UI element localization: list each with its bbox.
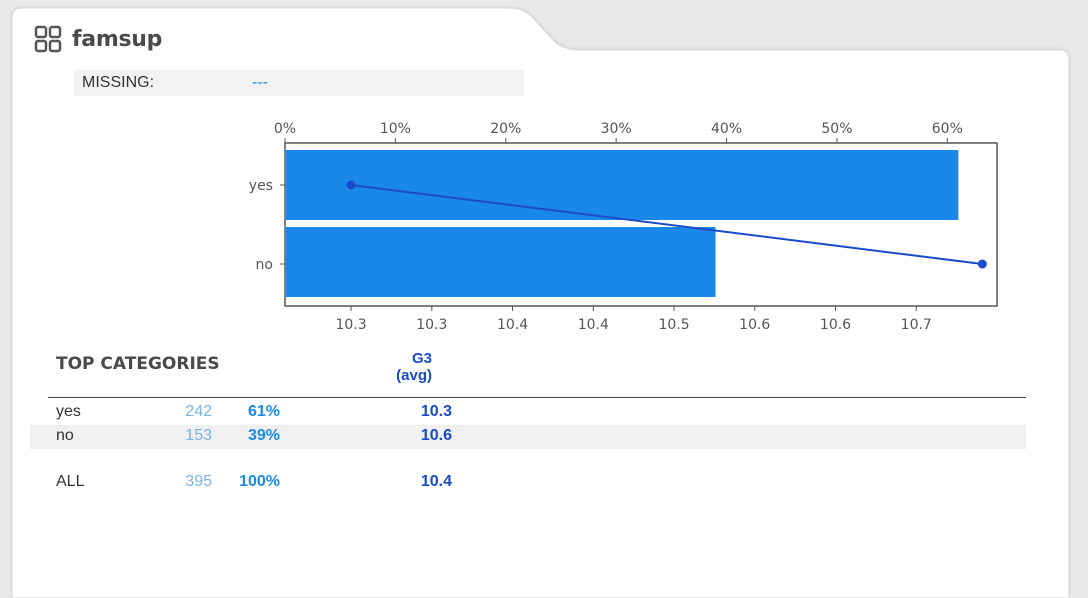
bottom-tick-label: 10.6	[820, 317, 851, 333]
bottom-tick-label: 10.5	[658, 317, 689, 333]
row-g3-avg: 10.3	[420, 403, 452, 420]
bar-no	[286, 227, 716, 297]
bottom-tick-label: 10.7	[901, 317, 932, 333]
bottom-tick-label: 10.3	[335, 317, 366, 333]
bottom-tick-label: 10.3	[416, 317, 447, 333]
row-name: yes	[56, 403, 81, 420]
category-label-yes: yes	[249, 178, 273, 194]
total-count: 395	[185, 473, 212, 490]
bar-yes	[286, 150, 959, 220]
total-percent: 100%	[239, 473, 280, 490]
bottom-tick-label: 10.4	[497, 317, 528, 333]
g3-avg-point-no	[977, 259, 987, 269]
g3-avg-heading: G3 (avg)	[372, 350, 432, 384]
top-tick-label: 0%	[274, 121, 296, 137]
top-tick-label: 60%	[932, 121, 963, 137]
top-tick-label: 20%	[490, 121, 521, 137]
chart: 0% 10% 20% 30% 40% 50% 60% 10.3 10.3 10.4 10.4 10.5…	[249, 121, 998, 333]
top-tick-label: 40%	[711, 121, 742, 137]
table-row: yes 242 61% 10.3	[30, 401, 1026, 425]
row-g3-avg: 10.6	[420, 427, 452, 444]
top-tick-label: 30%	[601, 121, 632, 137]
row-count: 153	[185, 427, 212, 444]
g3-heading-line2: (avg)	[396, 367, 432, 384]
top-tick-label: 10%	[380, 121, 411, 137]
bottom-tick-label: 10.4	[578, 317, 609, 333]
bottom-tick-label: 10.6	[739, 317, 770, 333]
row-percent: 39%	[247, 427, 280, 444]
top-categories-heading: TOP CATEGORIES	[56, 354, 220, 374]
row-name: no	[56, 427, 74, 444]
g3-heading-line1: G3	[411, 350, 432, 367]
total-name: ALL	[56, 473, 85, 490]
table-total-row: ALL 395 100% 10.4	[30, 471, 1026, 495]
g3-avg-point-yes	[346, 180, 356, 190]
top-tick-label: 50%	[821, 121, 852, 137]
table-row: no 153 39% 10.6	[30, 425, 1026, 449]
total-g3-avg: 10.4	[420, 473, 452, 490]
row-count: 242	[185, 403, 212, 420]
category-label-no: no	[256, 257, 273, 273]
row-percent: 61%	[247, 403, 280, 420]
variable-card: famsup MISSING: --- 0% 10% 20% 30% 40% 50% 60%…	[10, 6, 1071, 598]
table-divider	[48, 397, 1026, 398]
